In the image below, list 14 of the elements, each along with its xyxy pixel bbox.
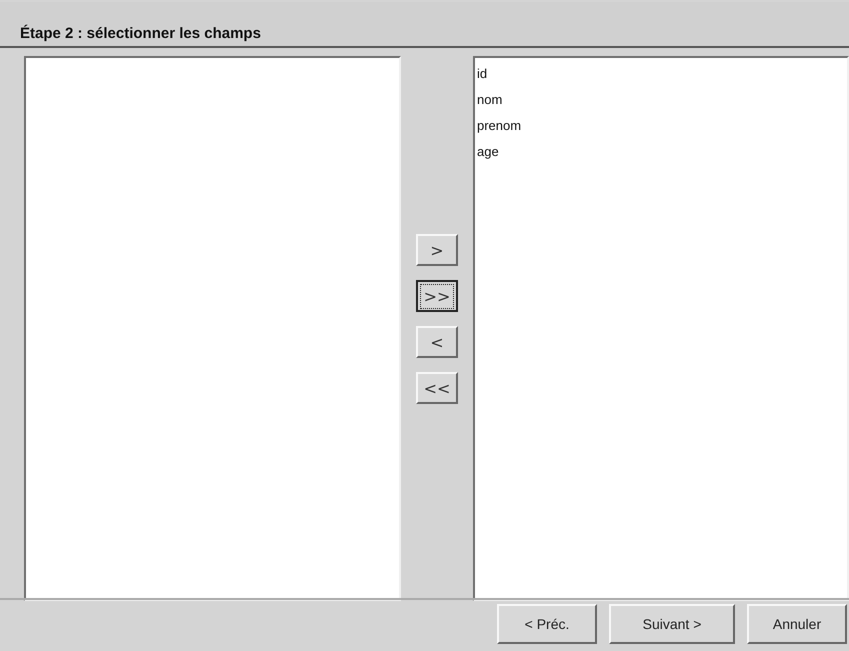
field-item[interactable]: prenom	[477, 113, 845, 139]
available-fields-list[interactable]	[24, 56, 401, 601]
move-button[interactable]: <<	[416, 372, 458, 404]
nav-button[interactable]: < Préc.	[497, 604, 597, 644]
nav-button[interactable]: Annuler	[747, 604, 847, 644]
step-title: Étape 2 : sélectionner les champs	[20, 25, 261, 42]
nav-button[interactable]: Suivant >	[609, 604, 735, 644]
selected-fields-list[interactable]: id nom prenom age	[473, 56, 849, 601]
move-button[interactable]: >>	[416, 280, 458, 312]
field-item[interactable]: nom	[477, 87, 845, 113]
move-button[interactable]: <	[416, 326, 458, 358]
field-item[interactable]: age	[477, 139, 845, 165]
move-button[interactable]: >	[416, 234, 458, 266]
field-item[interactable]: id	[477, 61, 845, 87]
